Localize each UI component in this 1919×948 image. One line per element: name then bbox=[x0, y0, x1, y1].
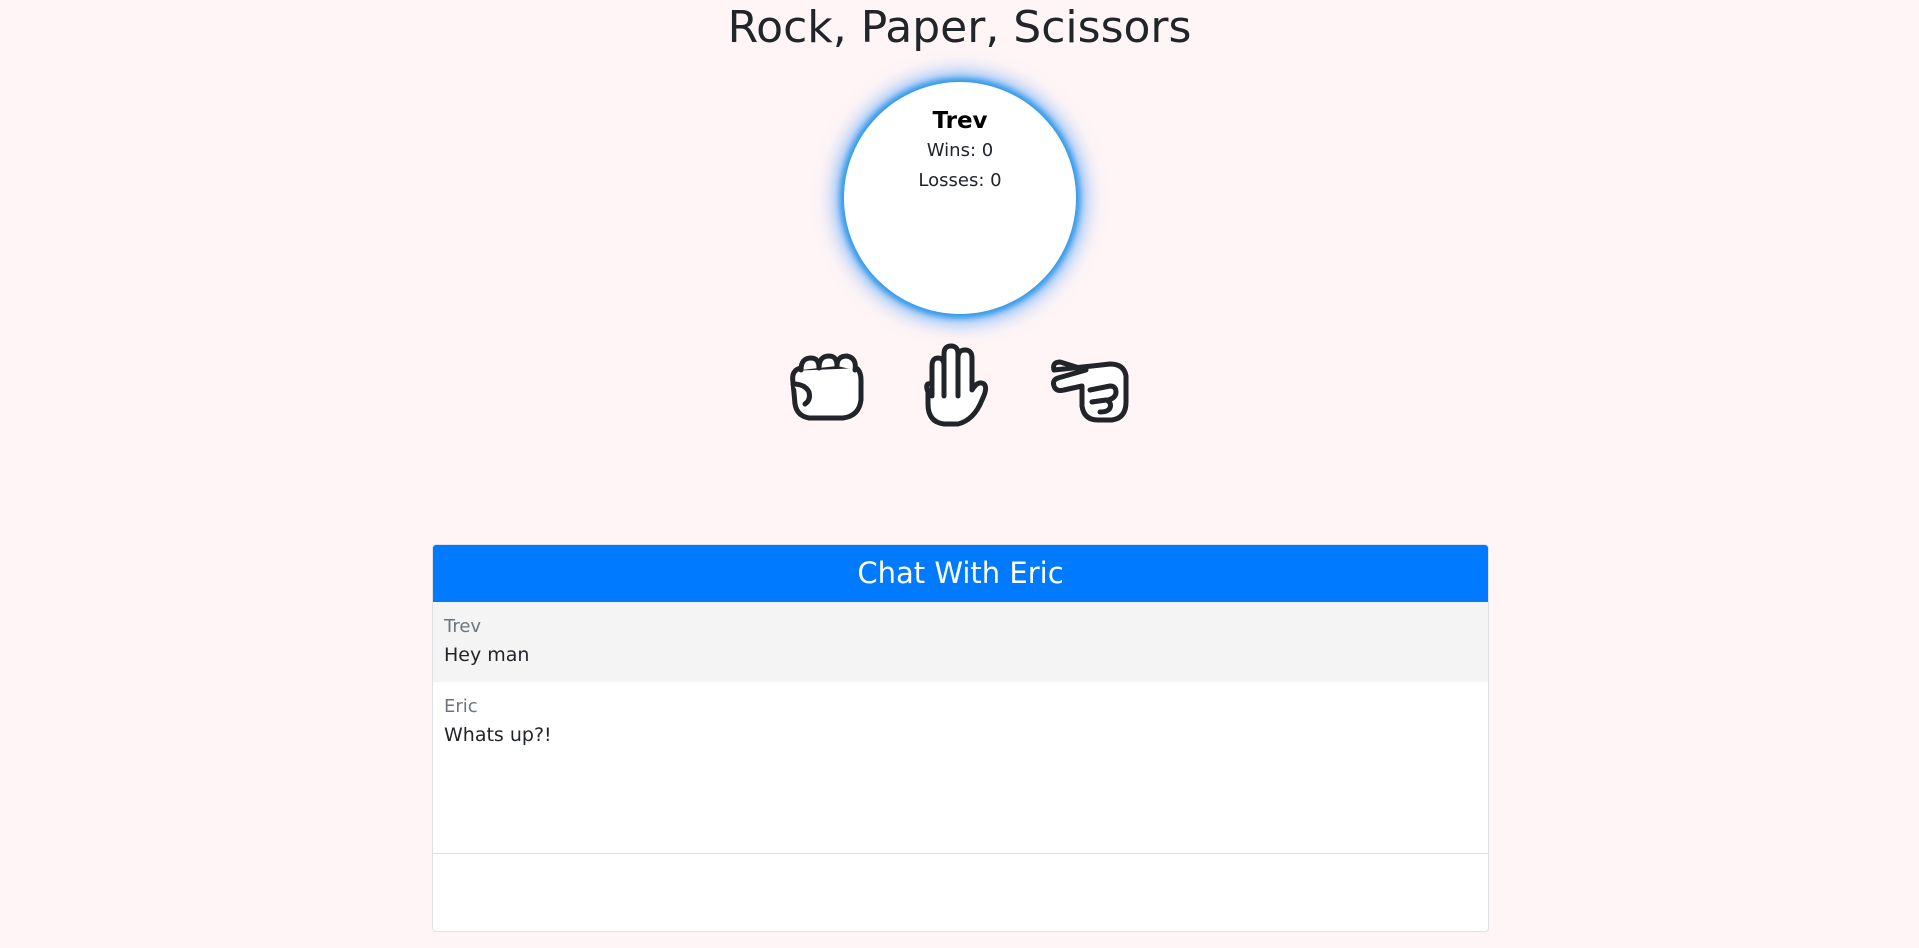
message-author: Trev bbox=[444, 616, 482, 637]
chat-panel: Chat With Eric Trev Hey man Eric Whats u… bbox=[432, 544, 1489, 932]
player-name: Trev bbox=[932, 108, 988, 134]
chat-messages[interactable]: Trev Hey man Eric Whats up?! bbox=[433, 602, 1488, 854]
fist-icon bbox=[790, 353, 864, 421]
scissors-button[interactable] bbox=[1046, 340, 1136, 430]
rock-button[interactable] bbox=[779, 340, 869, 430]
open-hand-icon bbox=[924, 343, 989, 427]
chat-message: Eric Whats up?! bbox=[433, 682, 1488, 762]
paper-button[interactable] bbox=[906, 340, 996, 430]
player-wins: Wins: 0 bbox=[926, 140, 994, 161]
chat-header: Chat With Eric bbox=[433, 545, 1488, 602]
peace-hand-icon bbox=[1051, 359, 1129, 423]
chat-message: Trev Hey man bbox=[433, 602, 1488, 682]
player-losses: Losses: 0 bbox=[918, 170, 1002, 191]
message-text: Whats up?! bbox=[444, 724, 552, 746]
player-card: Trev Wins: 0 Losses: 0 bbox=[844, 82, 1076, 314]
message-author: Eric bbox=[444, 696, 478, 717]
page-title: Rock, Paper, Scissors bbox=[727, 2, 1192, 53]
chat-input[interactable] bbox=[433, 854, 1488, 930]
message-text: Hey man bbox=[444, 644, 530, 666]
